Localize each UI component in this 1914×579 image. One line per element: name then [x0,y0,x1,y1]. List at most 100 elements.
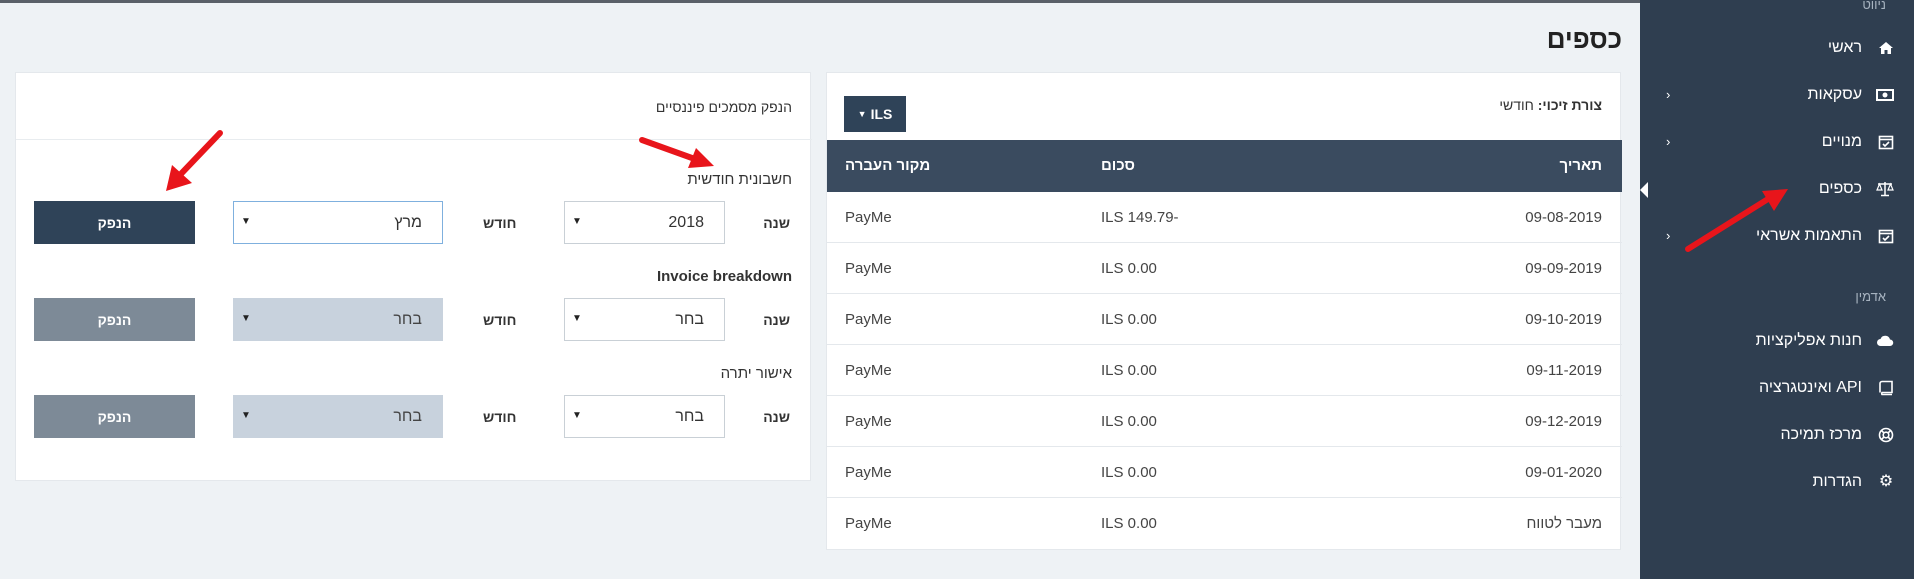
caret-down-icon: ▼ [572,313,582,324]
calendar-check-icon [1878,228,1894,244]
card-title: הנפק מסמכים פיננסיים [655,99,792,115]
sidebar-item-home[interactable]: ראשי [1640,33,1914,63]
credit-form: צורת זיכוי: חודשי [1499,97,1602,113]
money-icon [1876,87,1894,103]
month-label: חודש [483,215,517,231]
sidebar-item-subscriptions[interactable]: מנויים › [1640,127,1914,157]
sidebar: ניווט ראשי עסקאות › מנויים › כספים התאמו… [1640,0,1914,579]
lifebuoy-icon [1878,427,1894,443]
cell-date: 09-11-2019 [1526,362,1602,379]
year-select-invoice-breakdown[interactable]: בחר ▼ [564,298,725,341]
table-header: תאריך סכום מקור העברה [827,140,1622,192]
issue-monthly-invoice-button[interactable]: הנפק [34,201,195,244]
caret-down-icon: ▼ [241,216,251,227]
page-title: כספים [1546,24,1622,54]
month-select-balance-confirmation[interactable]: בחר ▼ [233,395,443,438]
cell-amount: ILS 0.00 [1101,464,1157,481]
calendar-check-icon [1878,134,1894,150]
sidebar-item-label: כספים [1818,180,1862,197]
payouts-table: תאריך סכום מקור העברה 09-08-2019 ILS 149… [827,140,1622,549]
caret-down-icon: ▼ [241,313,251,324]
issue-invoice-breakdown-button[interactable]: הנפק [34,298,195,341]
section-title-invoice-breakdown: Invoice breakdown [656,268,792,285]
chevron-left-icon: › [1666,87,1671,102]
sidebar-item-finance[interactable]: כספים [1640,174,1914,204]
sidebar-item-settings[interactable]: ⚙ הגדרות [1640,467,1914,497]
sidebar-item-transactions[interactable]: עסקאות › [1640,80,1914,110]
cell-source: PayMe [845,515,892,532]
caret-down-icon: ▼ [241,410,251,421]
sidebar-item-label: ראשי [1827,39,1862,56]
column-header-amount[interactable]: סכום [1101,157,1135,174]
cell-amount: ILS 0.00 [1101,515,1157,532]
year-label: שנה [763,312,790,328]
sidebar-section-nav: ניווט [1862,0,1886,12]
table-row[interactable]: 09-09-2019 ILS 0.00 PayMe [827,243,1622,294]
sidebar-item-label: מנויים [1821,133,1862,150]
column-header-source[interactable]: מקור העברה [845,157,930,174]
divider [16,139,812,140]
cell-date: 09-01-2020 [1525,464,1602,481]
caret-down-icon: ▼ [857,109,867,119]
sidebar-item-support[interactable]: מרכז תמיכה [1640,420,1914,450]
section-title-monthly-invoice: חשבונית חודשית [687,171,792,188]
table-row[interactable]: 09-08-2019 ILS 149.79- PayMe [827,192,1622,243]
month-select-invoice-breakdown[interactable]: בחר ▼ [233,298,443,341]
payouts-card: צורת זיכוי: חודשי ▼ ILS תאריך סכום מקור … [826,72,1622,550]
sidebar-item-label: התאמות אשראי [1755,227,1862,244]
cell-source: PayMe [845,209,892,226]
cell-amount: ILS 149.79- [1101,209,1179,226]
select-value: בחר [675,311,704,328]
sidebar-item-api[interactable]: API ואינטגרציה [1640,373,1914,403]
currency-label: ILS [870,106,893,122]
cell-amount: ILS 0.00 [1101,413,1157,430]
select-value: בחר [675,408,704,425]
cell-date: 09-12-2019 [1525,413,1602,430]
year-label: שנה [763,215,790,231]
caret-down-icon: ▼ [572,216,582,227]
home-icon [1878,40,1894,56]
cell-amount: ILS 0.00 [1101,260,1157,277]
select-value: בחר [393,408,422,425]
credit-form-value: חודשי [1499,97,1534,113]
cell-source: PayMe [845,260,892,277]
year-select-monthly-invoice[interactable]: 2018 ▼ [564,201,725,244]
caret-down-icon: ▼ [572,410,582,421]
sidebar-item-label: הגדרות [1812,473,1862,490]
cell-date: 09-10-2019 [1525,311,1602,328]
credit-form-label: צורת זיכוי: [1537,97,1602,113]
cell-source: PayMe [845,413,892,430]
month-select-monthly-invoice[interactable]: מרץ ▼ [233,201,443,244]
sidebar-item-app-store[interactable]: חנות אפליקציות [1640,326,1914,356]
column-header-date[interactable]: תאריך [1559,157,1602,174]
table-row[interactable]: 09-10-2019 ILS 0.00 PayMe [827,294,1622,345]
sidebar-item-label: מרכז תמיכה [1780,426,1863,443]
scale-icon [1876,181,1894,197]
cloud-icon [1877,333,1894,349]
window-top-border [0,0,1640,3]
table-row[interactable]: מעבר לטווח ILS 0.00 PayMe [827,498,1622,549]
sidebar-item-label: API ואינטגרציה [1759,379,1862,396]
table-row[interactable]: 09-01-2020 ILS 0.00 PayMe [827,447,1622,498]
month-label: חודש [483,409,517,425]
sidebar-item-credit-reconciliation[interactable]: התאמות אשראי › [1640,221,1914,251]
year-select-balance-confirmation[interactable]: בחר ▼ [564,395,725,438]
cell-date: 09-09-2019 [1525,260,1602,277]
section-title-balance-confirmation: אישור יתרה [720,365,792,382]
issue-documents-card: הנפק מסמכים פיננסיים חשבונית חודשית שנה … [15,72,812,481]
cell-source: PayMe [845,311,892,328]
currency-dropdown-button[interactable]: ▼ ILS [844,96,906,132]
chevron-left-icon: › [1666,228,1671,243]
cell-amount: ILS 0.00 [1101,362,1157,379]
chevron-left-icon: › [1666,134,1671,149]
year-label: שנה [763,409,790,425]
book-icon [1878,380,1894,396]
select-value: בחר [393,311,422,328]
table-row[interactable]: 09-12-2019 ILS 0.00 PayMe [827,396,1622,447]
table-row[interactable]: 09-11-2019 ILS 0.00 PayMe [827,345,1622,396]
select-value: 2018 [668,214,704,231]
select-value: מרץ [394,214,422,231]
issue-balance-confirmation-button[interactable]: הנפק [34,395,195,438]
gear-icon: ⚙ [1878,473,1894,490]
cell-date: מעבר לטווח [1526,515,1602,532]
